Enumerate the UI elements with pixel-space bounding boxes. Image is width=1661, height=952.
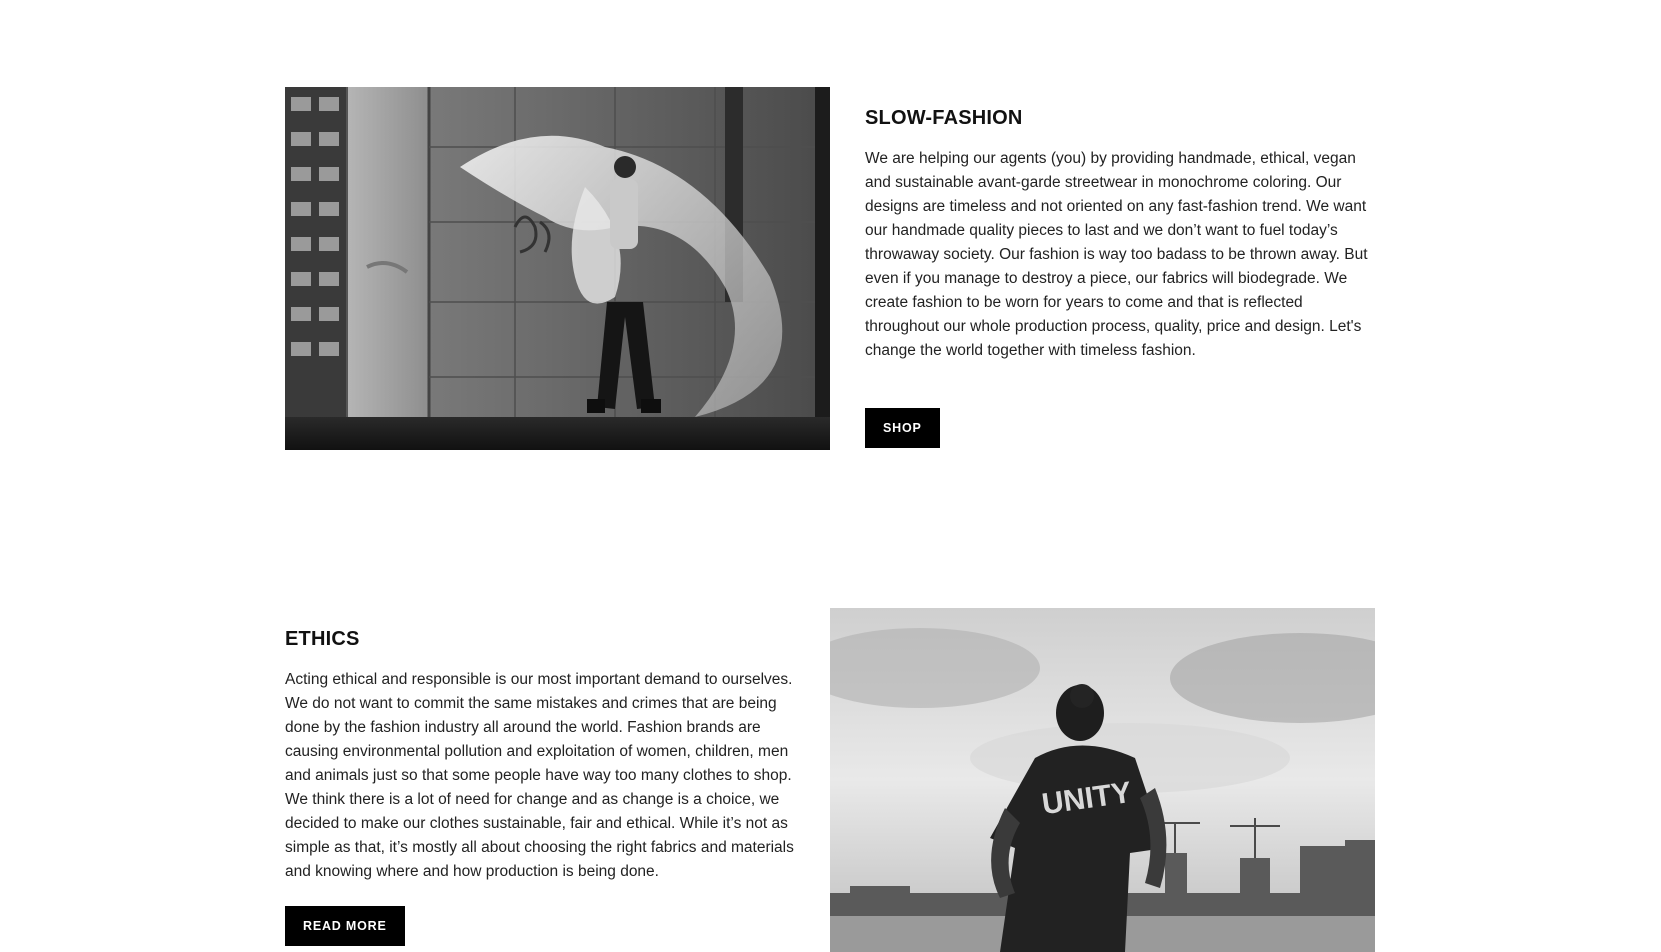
- ethics-text-block: ETHICS Acting ethical and responsible is…: [285, 628, 797, 946]
- ethics-heading: ETHICS: [285, 628, 360, 650]
- slow-fashion-section: SLOW-FASHION We are helping our agents (…: [285, 87, 1375, 450]
- ethics-photo: UNITY: [830, 608, 1375, 952]
- ethics-body: Acting ethical and responsible is our mo…: [285, 671, 794, 880]
- slow-fashion-text-block: SLOW-FASHION We are helping our agents (…: [865, 107, 1377, 448]
- shop-button[interactable]: SHOP: [865, 408, 940, 448]
- page: SLOW-FASHION We are helping our agents (…: [0, 0, 1661, 952]
- slow-fashion-body: We are helping our agents (you) by provi…: [865, 150, 1368, 359]
- slow-fashion-heading: SLOW-FASHION: [865, 107, 1023, 129]
- read-more-button[interactable]: READ MORE: [285, 906, 405, 946]
- ethics-section: ETHICS Acting ethical and responsible is…: [285, 608, 1375, 952]
- slow-fashion-photo: [285, 87, 830, 450]
